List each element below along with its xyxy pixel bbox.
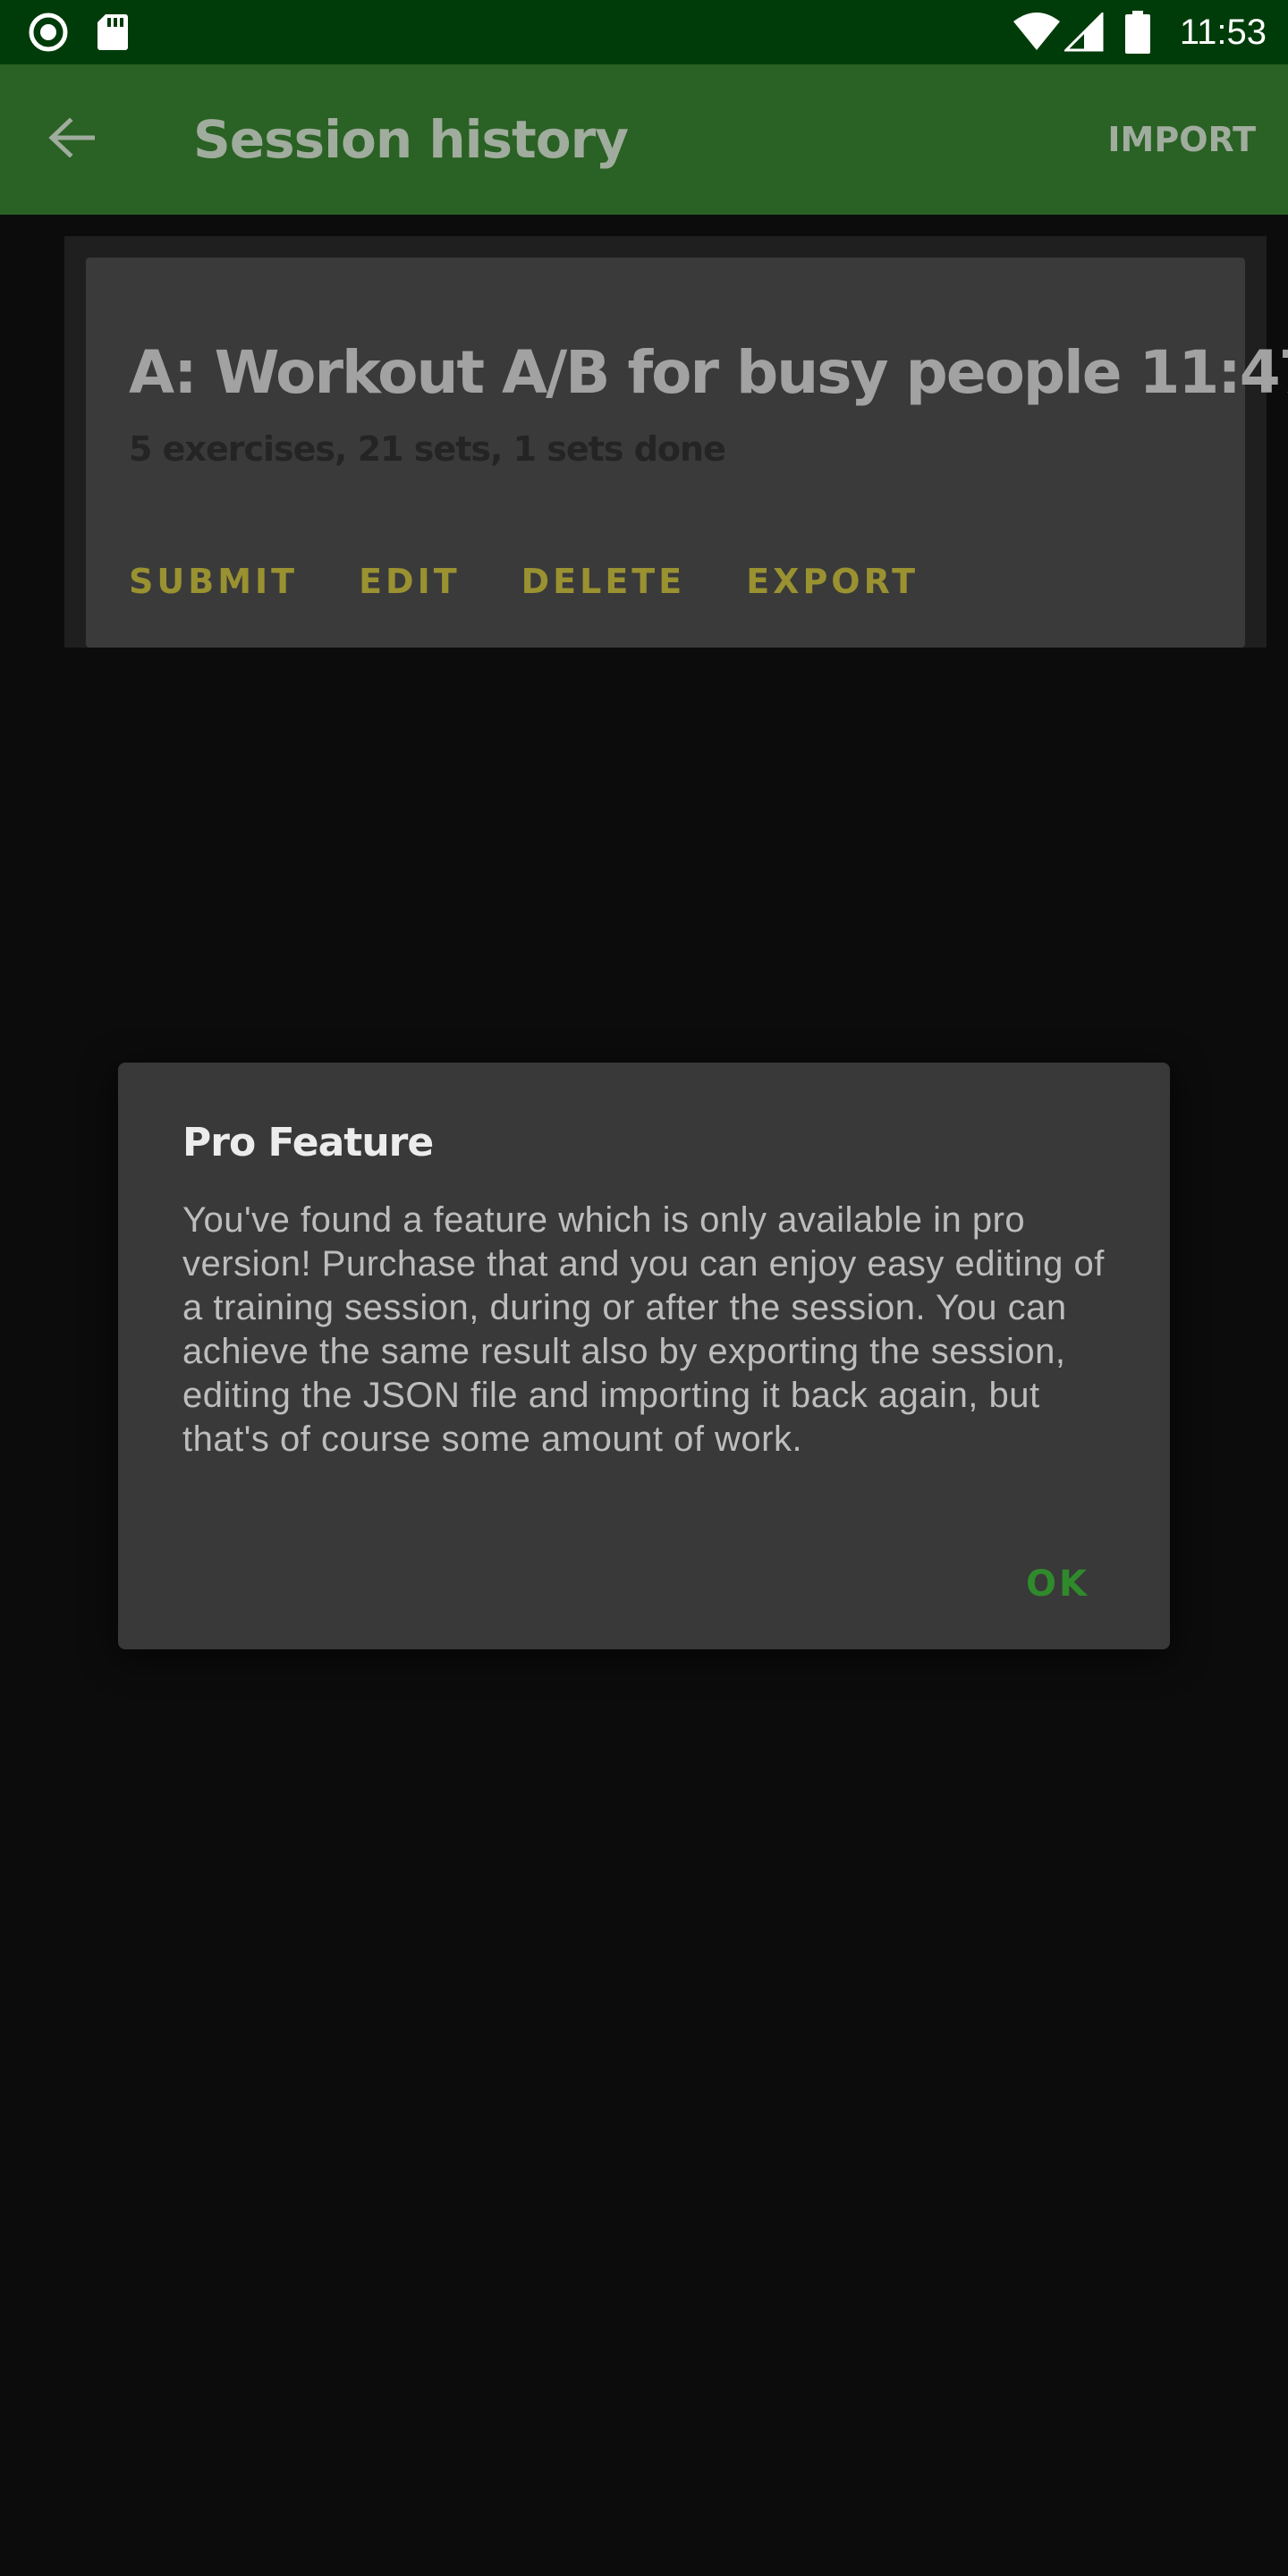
page-title: Session history xyxy=(193,109,629,170)
dialog-title: Pro Feature xyxy=(182,1120,434,1165)
import-button[interactable]: IMPORT xyxy=(1107,64,1256,215)
session-card: A: Workout A/B for busy people 11:47 5 e… xyxy=(86,258,1288,648)
back-arrow-icon xyxy=(48,116,96,162)
session-actions: SUBMIT EDIT DELETE EXPORT xyxy=(129,562,979,601)
wifi-icon xyxy=(1013,0,1061,64)
submit-button[interactable]: SUBMIT xyxy=(129,562,298,601)
edit-button[interactable]: EDIT xyxy=(359,562,461,601)
delete-button[interactable]: DELETE xyxy=(521,562,686,601)
record-icon xyxy=(29,0,68,64)
session-title: A: Workout A/B for busy people 11:47 xyxy=(129,338,1288,407)
battery-icon xyxy=(1125,0,1150,64)
pro-feature-dialog: Pro Feature You've found a feature which… xyxy=(118,1063,1170,1649)
app-bar: Session history IMPORT xyxy=(0,64,1288,215)
back-button[interactable] xyxy=(36,104,107,175)
signal-icon xyxy=(1064,0,1104,64)
export-button[interactable]: EXPORT xyxy=(746,562,919,601)
sd-card-icon xyxy=(97,0,129,64)
session-summary: 5 exercises, 21 sets, 1 sets done xyxy=(129,429,726,469)
status-bar: 11:53 xyxy=(0,0,1288,64)
status-time: 11:53 xyxy=(1179,13,1267,52)
dialog-message: You've found a feature which is only ava… xyxy=(182,1200,1105,1459)
ok-button[interactable]: OK xyxy=(1026,1563,1089,1605)
